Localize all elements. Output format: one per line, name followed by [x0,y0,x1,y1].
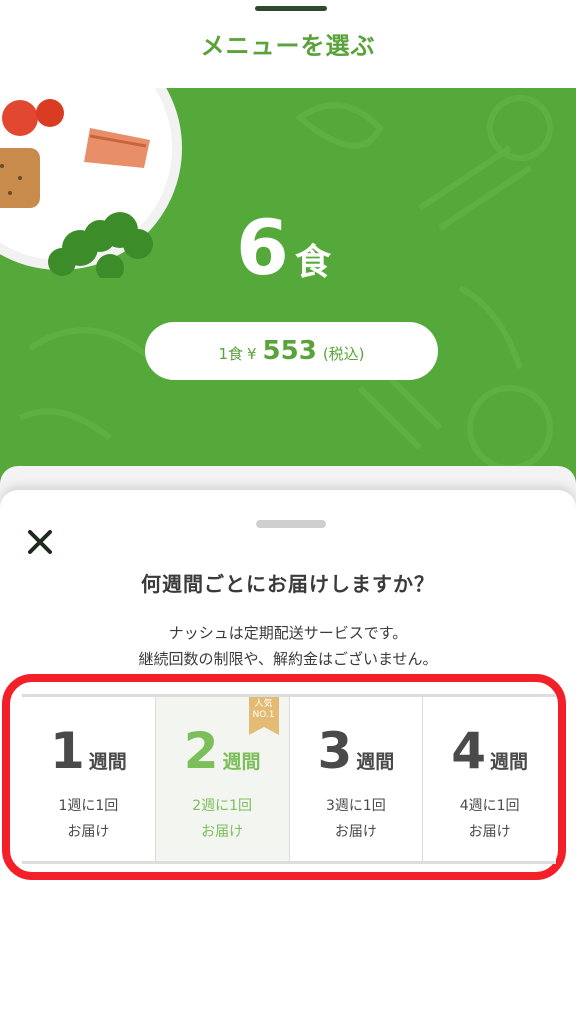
option-delivery: お届け [67,824,110,840]
option-number: 1 [49,722,85,780]
option-heading: 4 週間 [423,719,556,783]
option-unit: 週間 [222,751,261,773]
option-unit: 週間 [490,751,529,773]
description-line-2: 継続回数の制限や、解約金はございません。 [138,650,438,668]
option-unit: 週間 [88,751,127,773]
option-delivery: お届け [334,824,377,840]
option-3-week[interactable]: 3 週間 3週に1回 お届け [290,697,424,861]
sheet-drag-handle[interactable] [256,520,326,528]
option-4-week[interactable]: 4 週間 4週に1回 お届け [423,697,556,861]
option-unit: 週間 [356,751,395,773]
option-frequency: 4週に1回 [459,798,520,814]
close-button[interactable] [24,526,56,558]
option-number: 2 [183,722,219,780]
meal-plate-image [0,88,182,278]
price-per-meal: 1食 ¥553 (税込) [145,322,438,380]
option-number: 4 [451,722,487,780]
currency-symbol: ¥ [247,345,257,363]
option-2-week[interactable]: 人気 NO.1 2 週間 2週に1回 お届け [155,697,290,861]
tax-note: (税込) [322,345,365,363]
option-frequency: 3週に1回 [325,798,386,814]
price-label: 1食 [218,345,243,363]
option-delivery: お届け [468,824,511,840]
option-frequency: 2週に1回 [192,798,253,814]
hero-banner: 6食 1食 ¥553 (税込) [0,88,576,488]
option-delivery: お届け [201,824,244,840]
option-heading: 3 週間 [290,719,423,783]
sheet-description: ナッシュは定期配送サービスです。 継続回数の制限や、解約金はございません。 [0,620,576,672]
price-value: 553 [262,336,317,366]
badge-label: 人気 [254,699,273,709]
badge-rank: NO.1 [252,710,275,720]
close-icon [28,530,52,554]
option-number: 3 [317,722,353,780]
drag-handle[interactable] [255,6,327,11]
page-title: メニューを選ぶ [200,32,376,60]
menu-header: メニューを選ぶ [0,0,576,89]
popular-badge: 人気 NO.1 [249,699,279,721]
option-heading: 1 週間 [22,719,155,783]
meal-count-number: 6 [236,203,289,292]
option-1-week[interactable]: 1 週間 1週に1回 お届け [22,697,156,861]
description-line-1: ナッシュは定期配送サービスです。 [168,624,408,642]
sheet-title: 何週間ごとにお届けしますか？ [141,572,435,596]
meal-count-unit: 食 [294,242,331,283]
frequency-options: 1 週間 1週に1回 お届け 人気 NO.1 2 週間 2週に1回 お届け 3 週間 … [22,694,556,864]
option-frequency: 1週に1回 [58,798,119,814]
meal-count: 6食 [236,210,331,286]
